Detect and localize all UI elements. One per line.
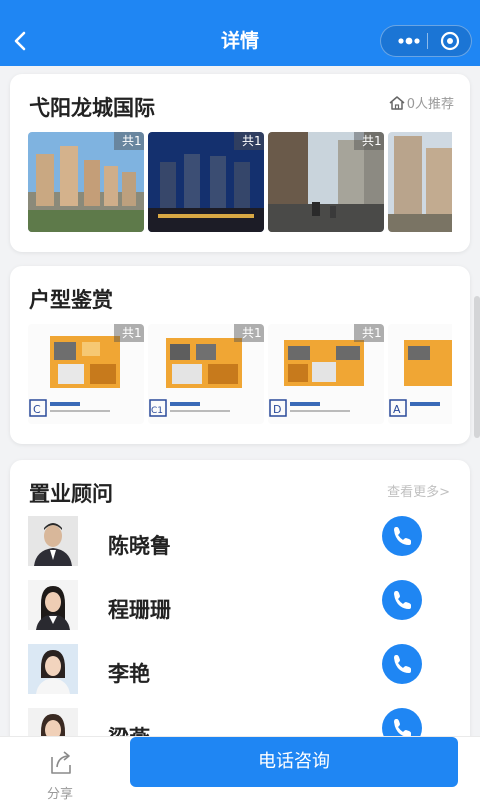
adviser-item[interactable]: 程珊珊 — [28, 580, 452, 632]
phone-icon — [394, 591, 411, 609]
project-card: 弋阳龙城国际 0人推荐 共1 共1 共1 — [10, 74, 470, 252]
adviser-title: 置业顾问 — [29, 482, 113, 506]
svg-text:A: A — [393, 403, 401, 416]
photo-count-badge: 共1 — [234, 132, 264, 150]
avatar — [28, 580, 78, 630]
project-photo[interactable] — [388, 132, 452, 232]
floorplan-title: 户型鉴赏 — [29, 288, 113, 312]
tower-photo-image — [388, 132, 452, 232]
project-photo-strip[interactable]: 共1 共1 共1 — [28, 132, 452, 232]
floorplan-card: 户型鉴赏 C 共1 C1 共1 D 共1 A — [10, 266, 470, 444]
project-photo[interactable]: 共1 — [148, 132, 264, 232]
adviser-item[interactable]: 李艳 — [28, 644, 452, 696]
avatar — [28, 516, 78, 566]
share-label: 分享 — [46, 787, 73, 800]
dots-icon — [398, 37, 420, 45]
floorplan-image: A — [388, 324, 452, 424]
floorplan-item[interactable]: A 共1 — [388, 324, 452, 424]
capsule-divider — [427, 33, 428, 49]
bottom-bar: 分享 电话咨询 — [0, 736, 480, 800]
adviser-name: 陈晓鲁 — [108, 534, 171, 558]
project-name: 弋阳龙城国际 — [29, 96, 155, 120]
project-photo[interactable]: 共1 — [28, 132, 144, 232]
adviser-name: 李艳 — [108, 662, 150, 686]
more-button[interactable] — [391, 26, 427, 56]
photo-count-badge: 共1 — [114, 132, 144, 150]
recommend-count: 0人推荐 — [406, 97, 454, 112]
target-icon — [440, 31, 460, 51]
close-miniapp-button[interactable] — [437, 26, 467, 56]
plan-count-badge: 共1 — [114, 324, 144, 342]
female-portrait-image — [28, 580, 78, 630]
navbar: 详情 — [0, 0, 480, 66]
call-button[interactable] — [382, 516, 422, 556]
avatar — [28, 644, 78, 694]
share-icon — [51, 751, 71, 774]
female-portrait-image — [28, 644, 78, 694]
male-portrait-image — [28, 516, 78, 566]
phone-icon — [394, 655, 411, 673]
floorplan-strip[interactable]: C 共1 C1 共1 D 共1 A — [28, 324, 452, 424]
svg-text:C1: C1 — [151, 406, 163, 416]
plan-count-badge: 共1 — [354, 324, 384, 342]
share-button[interactable]: 分享 — [30, 743, 90, 800]
adviser-item[interactable]: 陈晓鲁 — [28, 516, 452, 568]
floorplan-item[interactable]: C 共1 — [28, 324, 144, 424]
svg-text:C: C — [33, 403, 41, 416]
photo-count-badge: 共1 — [354, 132, 384, 150]
phone-icon — [394, 527, 411, 545]
call-button[interactable] — [382, 644, 422, 684]
project-photo[interactable]: 共1 — [268, 132, 384, 232]
recommend-indicator: 0人推荐 — [388, 93, 454, 112]
floorplan-item[interactable]: D 共1 — [268, 324, 384, 424]
home-icon — [389, 95, 405, 110]
adviser-name: 程珊珊 — [108, 598, 171, 622]
adviser-card: 置业顾问 查看更多> 陈晓鲁 程珊珊 李艳 — [10, 460, 470, 760]
phone-consult-button[interactable]: 电话咨询 — [130, 737, 458, 787]
call-button[interactable] — [382, 580, 422, 620]
floorplan-item[interactable]: C1 共1 — [148, 324, 264, 424]
svg-text:D: D — [273, 403, 281, 416]
plan-count-badge: 共1 — [234, 324, 264, 342]
capsule-menu — [380, 25, 472, 57]
view-more-link[interactable]: 查看更多> — [387, 481, 450, 500]
scrollbar[interactable] — [474, 296, 480, 438]
